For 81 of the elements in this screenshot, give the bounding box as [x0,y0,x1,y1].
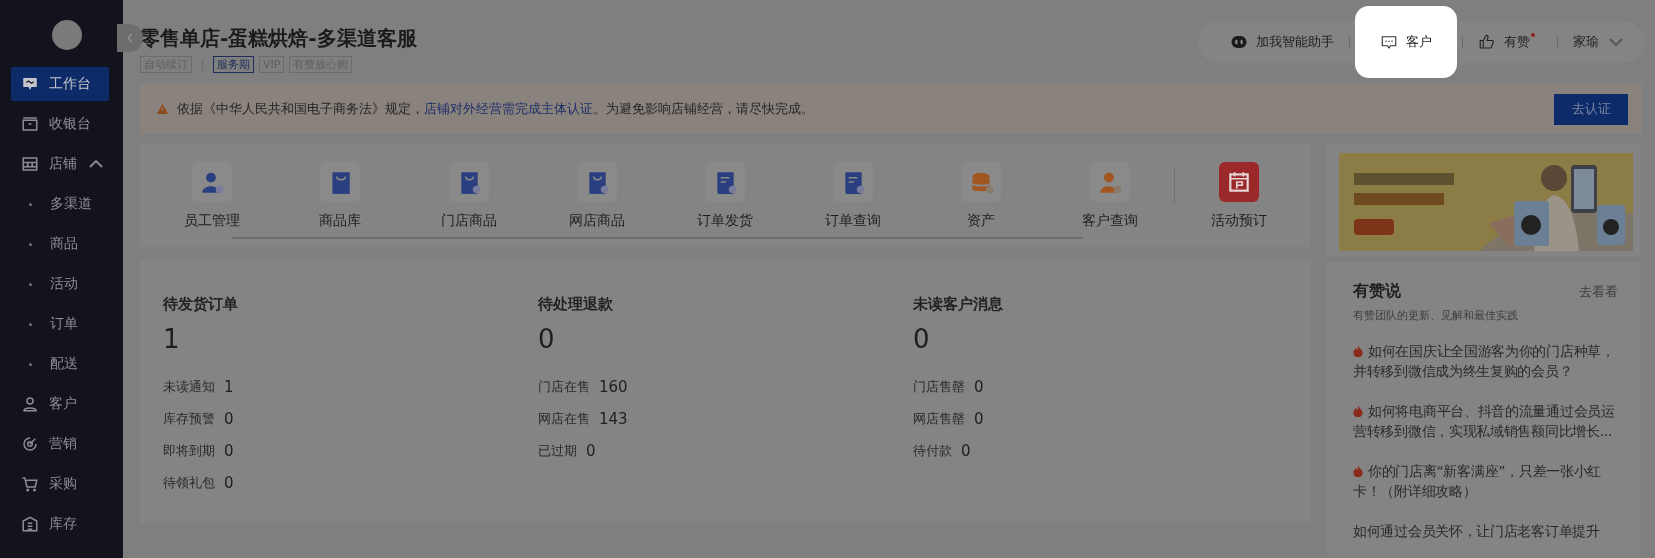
sidebar-item[interactable]: 活动 [11,267,109,301]
bullet-icon [29,242,32,246]
bullet-icon [29,362,32,366]
sidebar-item[interactable]: 工作台 [11,67,109,101]
sidebar-item[interactable]: 订单 [11,307,109,341]
stat-count: 0 [974,410,984,428]
collapse-button[interactable] [117,24,143,52]
sidebar-item[interactable]: 店铺 [11,147,109,181]
thumbs-up-icon [1478,33,1496,51]
shortcut-item[interactable]: 门店商品 [404,161,533,230]
chevron-left-icon [125,32,135,44]
cash-register-icon [21,115,39,133]
stat-label: 已过期 [538,442,577,460]
user-icon [21,395,39,413]
building-icon [21,515,39,533]
stat-count: 160 [599,378,628,396]
status-tag: 服务期 [213,56,254,73]
stat-count: 0 [224,442,234,460]
news-title: 有赞说 [1353,281,1401,302]
verify-button[interactable]: 去认证 [1554,93,1628,125]
stat-count: 1 [224,378,234,396]
news-item[interactable]: 如何在国庆让全国游客为你的门店种草，并转移到微信成为终生复购的会员？ [1353,341,1628,381]
avatar[interactable] [51,20,82,50]
sidebar-item[interactable]: 收银台 [11,107,109,141]
sidebar-item[interactable]: 营销 [11,427,109,461]
stat-count: 0 [586,442,596,460]
sidebar-item[interactable]: 库存 [11,507,109,541]
assistant-button[interactable]: 加我智能助手 [1220,21,1344,63]
stat-count: 0 [224,410,234,428]
news-item[interactable]: 你的门店离“新客满座”，只差一张小红卡！（附详细攻略） [1353,461,1628,501]
stat-value: 0 [913,324,931,354]
shortcut-item[interactable]: 资产 [917,161,1046,230]
cart-icon [21,475,39,493]
stat-label: 待付款 [913,442,952,460]
shortcut-item[interactable]: 订单发货 [660,161,790,230]
stat-title: 未读客户消息 [913,295,1004,314]
shortcut-item[interactable]: 网店商品 [532,161,661,230]
chat-icon [1380,33,1398,51]
stat-label: 网店售罄 [913,410,965,428]
sidebar-item[interactable]: 采购 [11,467,109,501]
alert-message: 依据《中华人民共和国电子商务法》规定，店铺对外经营需完成主体认证。为避免影响店铺经营，请尽快完成。 [177,100,815,118]
stat-label: 门店售罄 [913,378,965,396]
news-item[interactable]: 如何将电商平台、抖音的流量通过会员运营转移到微信，实现私域销售额同比增长... [1353,401,1628,441]
stat-label: 即将到期 [163,442,215,460]
shortcut-item[interactable]: 商品库 [276,161,405,230]
stat-label: 库存预警 [163,410,215,428]
like-button[interactable]: 有赞 [1468,21,1552,63]
bullet-icon [29,202,32,206]
sidebar-item[interactable]: 商品 [11,227,109,261]
user-menu[interactable]: 家瑜 [1563,21,1635,63]
sidebar-item[interactable]: 客户 [11,387,109,421]
bullet-icon [29,282,32,286]
shortcut-item[interactable]: 订单查询 [789,161,918,230]
stat-count: 0 [224,474,234,492]
bullet-icon [29,322,32,326]
stat-title: 待发货订单 [163,295,239,314]
shortcut-item[interactable]: 员工管理 [148,161,277,230]
warning-icon [156,103,169,115]
store-icon [21,155,39,173]
stat-count: 143 [599,410,628,428]
robot-icon [1230,33,1248,51]
more-link[interactable]: 去看看 [1579,283,1618,301]
stat-value: 1 [163,324,181,354]
sidebar-item[interactable]: 多渠道 [11,187,109,221]
sidebar-item[interactable]: 配送 [11,347,109,381]
stat-title: 待处理退款 [538,295,614,314]
stat-label: 门店在售 [538,378,590,396]
stat-count: 0 [961,442,971,460]
shortcut-item[interactable]: 活动预订 [1174,161,1303,230]
stat-value: 0 [538,324,556,354]
target-icon [21,435,39,453]
stat-label: 待领礼包 [163,474,215,492]
stat-label: 网店在售 [538,410,590,428]
customer-button[interactable]: 客户 [1355,6,1457,78]
news-item[interactable]: 如何通过会员关怀，让门店老客订单提升 [1353,521,1628,541]
certification-link[interactable]: 店铺对外经营需完成主体认证 [424,101,593,116]
news-subtitle: 有赞团队的更新、见解和最佳实践 [1353,308,1519,323]
shortcut-item[interactable]: 客户查询 [1045,161,1174,230]
page-title: 零售单店-蛋糕烘焙-多渠道客服 [140,25,417,52]
stat-count: 0 [974,378,984,396]
stat-label: 未读通知 [163,378,215,396]
